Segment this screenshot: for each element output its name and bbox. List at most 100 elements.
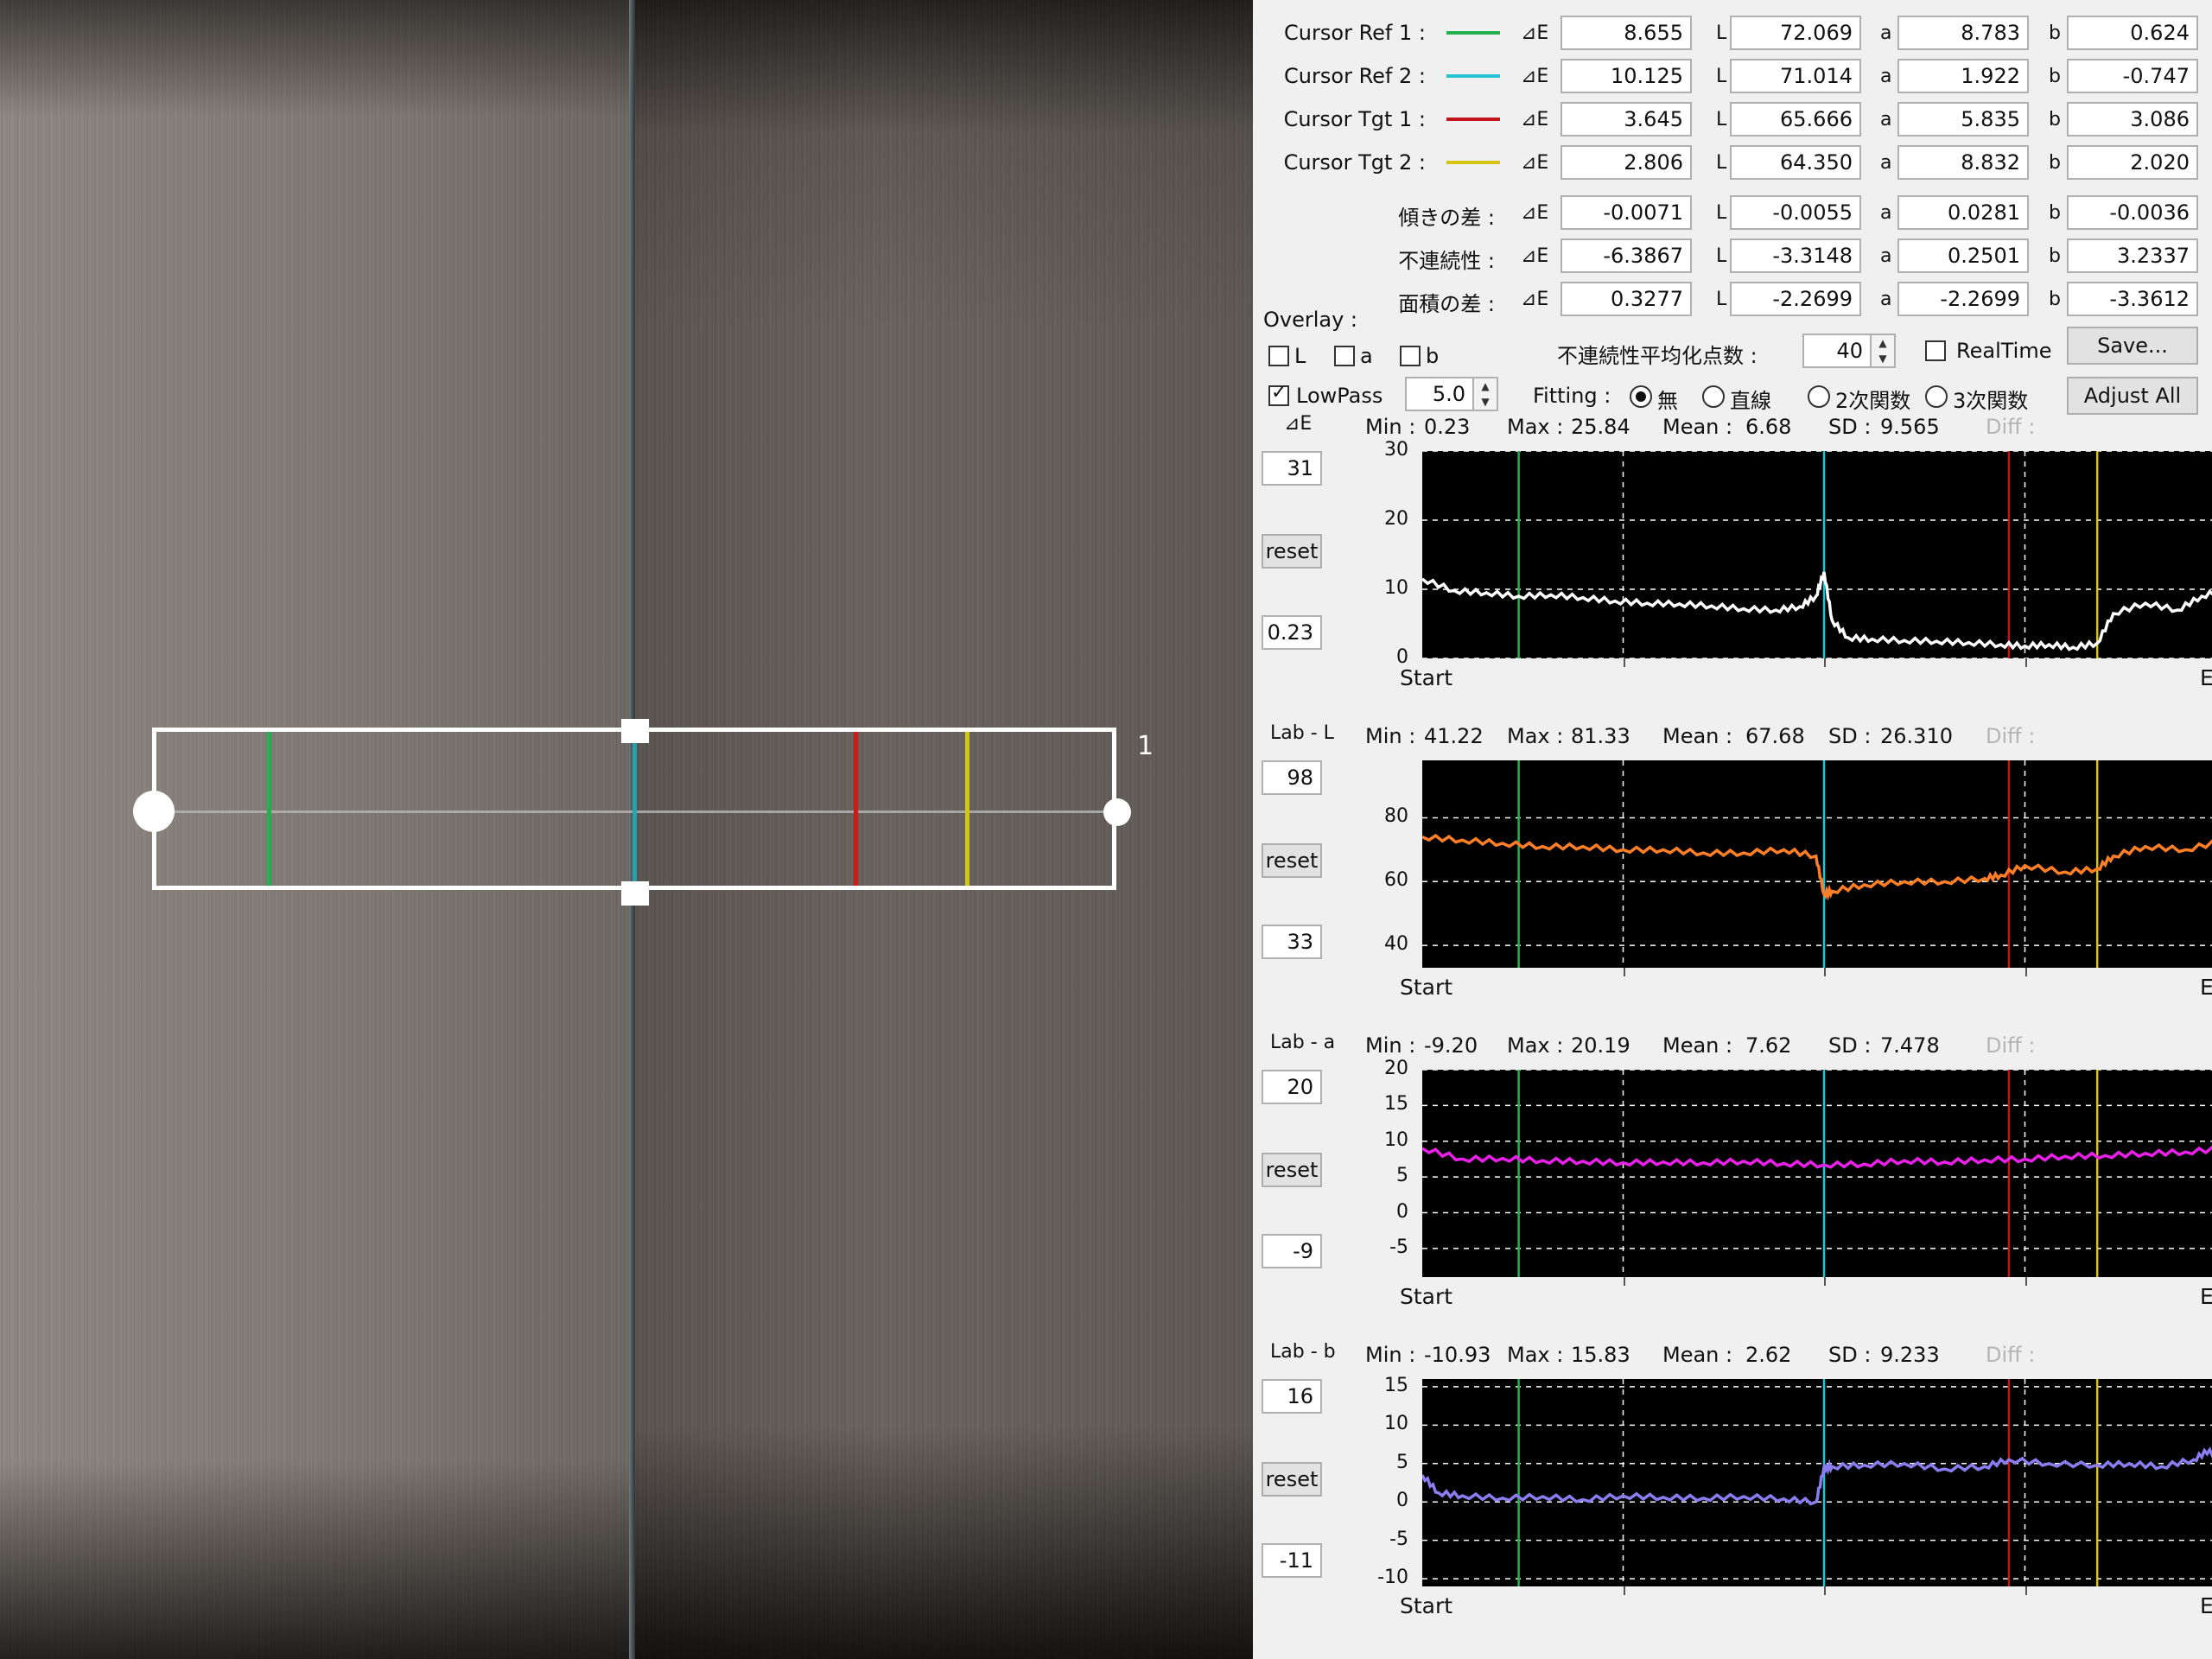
- stat-sd-label: SD :: [1828, 724, 1872, 748]
- x-start-label: Start: [1400, 975, 1453, 1000]
- metric-value-a: -2.2699: [1897, 282, 2029, 316]
- x-end-label: End: [2200, 665, 2212, 690]
- stat-diff-label: Diff :: [1986, 1033, 2036, 1058]
- lowpass-checkbox[interactable]: ✓: [1268, 382, 1289, 406]
- lowpass-label: LowPass: [1296, 384, 1383, 408]
- roi-top-handle[interactable]: [621, 719, 649, 743]
- cursor-value-de: 10.125: [1560, 59, 1692, 93]
- range-bottom-input[interactable]: -9: [1262, 1234, 1322, 1268]
- reset-button[interactable]: reset: [1262, 843, 1322, 878]
- column-label: a: [1880, 202, 1892, 224]
- column-label: a: [1880, 245, 1892, 267]
- reset-button[interactable]: reset: [1262, 1462, 1322, 1497]
- image-cursor-tgt1[interactable]: [854, 732, 858, 886]
- fitting-radio-2[interactable]: [1808, 385, 1830, 408]
- overlay-checkbox-label: L: [1294, 344, 1306, 368]
- fitting-radio-3[interactable]: [1925, 385, 1948, 408]
- column-label: ⊿E: [1521, 22, 1549, 44]
- roi-bottom-handle[interactable]: [621, 881, 649, 906]
- smoothing-input[interactable]: 40: [1802, 334, 1872, 368]
- stat-max-value: 15.83: [1571, 1343, 1630, 1367]
- image-cursor-ref2[interactable]: [632, 732, 637, 886]
- metric-value-L: -3.3148: [1730, 238, 1861, 273]
- cursor-value-a: 5.835: [1897, 102, 2029, 137]
- y-tick-label: 30: [1384, 439, 1408, 461]
- y-tick-label: 5: [1396, 1451, 1408, 1473]
- cursor-value-L: 71.014: [1730, 59, 1861, 93]
- overlay-checkbox-L[interactable]: [1268, 346, 1289, 366]
- save-button[interactable]: Save...: [2067, 327, 2198, 365]
- overlay-checkbox-a[interactable]: [1334, 346, 1355, 366]
- image-cursor-tgt2[interactable]: [965, 732, 969, 886]
- column-label: b: [2049, 22, 2061, 44]
- x-end-label: End: [2200, 1593, 2212, 1618]
- range-top-input[interactable]: 16: [1262, 1379, 1322, 1414]
- x-start-label: Start: [1400, 1593, 1453, 1618]
- stat-max-label: Max :: [1507, 724, 1564, 748]
- chart-plot-0[interactable]: [1422, 451, 2212, 658]
- range-bottom-input[interactable]: -11: [1262, 1543, 1322, 1578]
- stat-max-value: 25.84: [1571, 415, 1630, 439]
- stat-max-label: Max :: [1507, 415, 1564, 439]
- x-tick-mark: [1824, 968, 1826, 976]
- reset-button[interactable]: reset: [1262, 534, 1322, 569]
- cursor-value-a: 8.832: [1897, 145, 2029, 180]
- sample-image-viewport[interactable]: 1: [0, 0, 1253, 1659]
- range-top-input[interactable]: 98: [1262, 760, 1322, 795]
- roi-left-handle[interactable]: [133, 791, 175, 832]
- x-tick-mark: [1824, 1586, 1826, 1595]
- chart-plot-1[interactable]: [1422, 760, 2212, 968]
- y-tick-label: 60: [1384, 869, 1408, 892]
- stat-mean-value: 2.62: [1745, 1343, 1792, 1367]
- stat-min-label: Min :: [1365, 1343, 1416, 1367]
- cursor-value-a: 8.783: [1897, 16, 2029, 50]
- stat-sd-label: SD :: [1828, 1033, 1872, 1058]
- column-label: b: [2049, 109, 2061, 130]
- column-label: b: [2049, 66, 2061, 87]
- reset-button[interactable]: reset: [1262, 1153, 1322, 1187]
- range-top-input[interactable]: 20: [1262, 1070, 1322, 1104]
- cursor-value-a: 1.922: [1897, 59, 2029, 93]
- cursor-color-swatch: [1446, 74, 1500, 78]
- metric-value-a: 0.0281: [1897, 195, 2029, 230]
- range-top-input[interactable]: 31: [1262, 451, 1322, 486]
- roi-right-handle[interactable]: [1103, 798, 1131, 826]
- chart-plot-2[interactable]: [1422, 1070, 2212, 1277]
- column-label: L: [1716, 22, 1727, 44]
- overlay-checkbox-b[interactable]: [1400, 346, 1421, 366]
- x-start-label: Start: [1400, 1284, 1453, 1309]
- lowpass-input[interactable]: 5.0: [1405, 377, 1474, 411]
- metric-value-b: -3.3612: [2067, 282, 2198, 316]
- lowpass-spinner[interactable]: ▲ ▼: [1474, 377, 1498, 411]
- x-tick-mark: [1824, 658, 1826, 667]
- y-tick-label: 0: [1396, 1200, 1408, 1223]
- chart-title: Lab - b: [1270, 1341, 1336, 1363]
- fitting-radio-0[interactable]: [1630, 385, 1652, 408]
- y-tick-label: 20: [1384, 508, 1408, 530]
- range-bottom-input[interactable]: 0.23: [1262, 615, 1322, 650]
- realtime-label: RealTime: [1956, 339, 2052, 363]
- y-tick-label: 15: [1384, 1093, 1408, 1116]
- stat-max-label: Max :: [1507, 1033, 1564, 1058]
- realtime-checkbox[interactable]: [1925, 340, 1946, 361]
- column-label: ⊿E: [1521, 245, 1549, 267]
- column-label: L: [1716, 245, 1727, 267]
- chart-plot-3[interactable]: [1422, 1379, 2212, 1586]
- cursor-value-de: 3.645: [1560, 102, 1692, 137]
- adjust-all-button[interactable]: Adjust All: [2067, 377, 2198, 415]
- image-cursor-ref1[interactable]: [267, 732, 271, 886]
- metric-value-b: -0.0036: [2067, 195, 2198, 230]
- x-tick-mark: [2024, 1586, 2027, 1595]
- stat-sd-value: 9.233: [1880, 1343, 1940, 1367]
- chart-series-line: [1422, 571, 2212, 652]
- range-bottom-input[interactable]: 33: [1262, 925, 1322, 959]
- fitting-radio-1[interactable]: [1702, 385, 1725, 408]
- cursor-color-swatch: [1446, 31, 1500, 35]
- metric-row-label: 傾きの差 :: [1398, 206, 1495, 230]
- stat-sd-label: SD :: [1828, 415, 1872, 439]
- x-start-label: Start: [1400, 665, 1453, 690]
- stat-sd-value: 7.478: [1880, 1033, 1940, 1058]
- metric-value-de: 0.3277: [1560, 282, 1692, 316]
- smoothing-spinner[interactable]: ▲ ▼: [1872, 334, 1896, 368]
- cursor-value-de: 2.806: [1560, 145, 1692, 180]
